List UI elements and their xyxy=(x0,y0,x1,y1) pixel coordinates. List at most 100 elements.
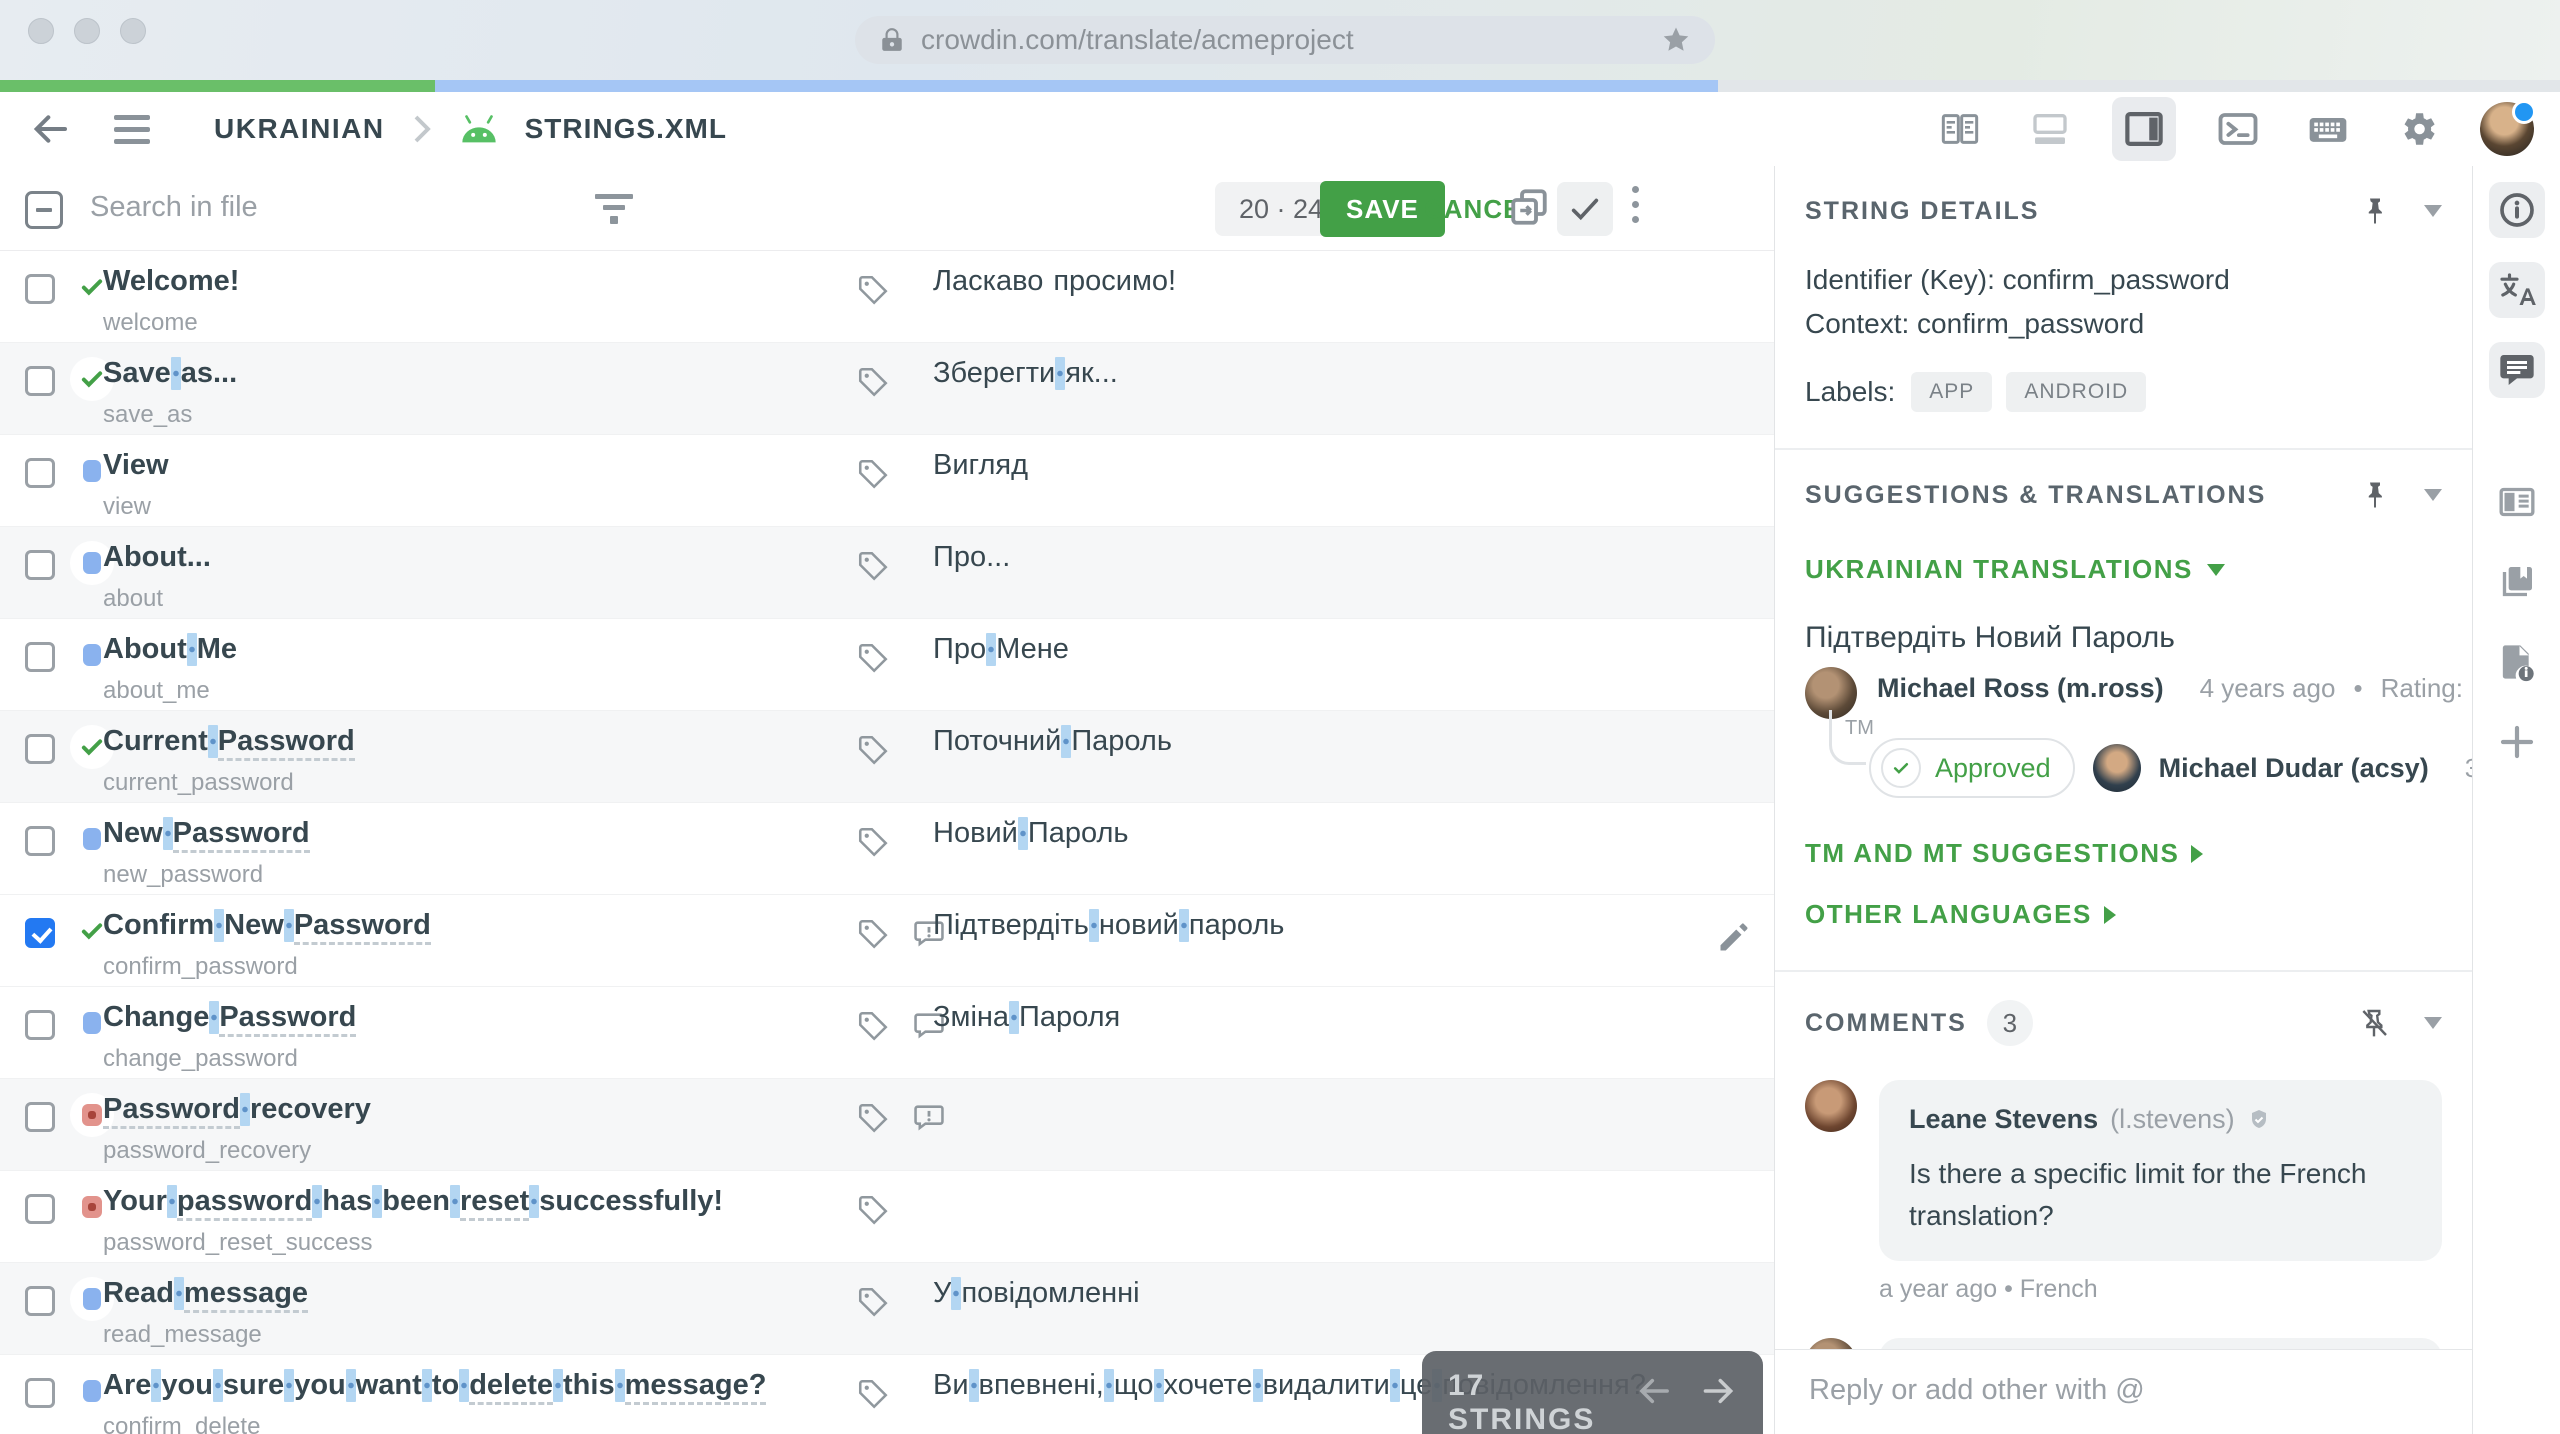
context-line: Context: confirm_password xyxy=(1805,308,2145,339)
string-row[interactable]: Password recovery password_recovery xyxy=(0,1079,1774,1171)
approval-row: Approved Michael Dudar (acsy) 3 hours ag… xyxy=(1805,710,2472,798)
window-controls[interactable] xyxy=(28,18,146,44)
sidebar-panel: STRING DETAILS Identifier (Key): confirm… xyxy=(1775,166,2473,1434)
approver-name[interactable]: Michael Dudar (acsy) xyxy=(2159,753,2429,784)
reply-input[interactable]: Reply or add other with @ xyxy=(1775,1349,2472,1434)
source-text: Confirm New Password xyxy=(103,909,431,945)
breadcrumb: UKRAINIAN STRINGS.XML xyxy=(214,112,727,146)
row-checkbox[interactable] xyxy=(25,1378,55,1408)
row-checkbox[interactable] xyxy=(25,1286,55,1316)
author-name[interactable]: Michael Ross (m.ross) xyxy=(1877,673,2164,704)
row-checkbox[interactable] xyxy=(25,458,55,488)
window-zoom-button[interactable] xyxy=(120,18,146,44)
row-icons xyxy=(856,549,890,583)
string-row[interactable]: Current Password current_password Поточн… xyxy=(0,711,1774,803)
string-row[interactable]: Confirm New Password confirm_password Пі… xyxy=(0,895,1774,987)
unpin-icon[interactable] xyxy=(2358,1006,2390,1040)
row-checkbox[interactable] xyxy=(25,642,55,672)
source-text: View xyxy=(103,449,169,481)
search-input[interactable]: Search in file xyxy=(90,191,258,224)
comment-author[interactable]: Leane Stevens xyxy=(1909,1104,2098,1135)
breadcrumb-file[interactable]: STRINGS.XML xyxy=(525,113,727,145)
comment-text: Is there a specific limit for the French… xyxy=(1909,1158,2367,1231)
ukrainian-translations-toggle[interactable]: UKRAINIAN TRANSLATIONS xyxy=(1805,554,2442,585)
chevron-down-icon[interactable] xyxy=(2424,205,2442,217)
comment-item: Leane Stevens (l.stevens) Is there a spe… xyxy=(1805,1080,2442,1261)
file-info-tab-icon[interactable] xyxy=(2489,634,2545,690)
translations-tab-icon[interactable] xyxy=(2488,262,2545,318)
reply-placeholder: Reply or add other with @ xyxy=(1809,1374,2145,1406)
copy-source-icon[interactable] xyxy=(1508,186,1550,228)
row-checkbox[interactable] xyxy=(25,1010,55,1040)
user-avatar[interactable] xyxy=(2480,100,2536,156)
more-icon[interactable] xyxy=(1632,186,1640,223)
comment-meta: a year ago • French xyxy=(1879,1275,2098,1303)
pin-icon[interactable] xyxy=(2360,478,2390,512)
source-text: Welcome! xyxy=(103,265,240,297)
string-row[interactable]: About... about Про... xyxy=(0,527,1774,619)
chevron-down-icon xyxy=(2206,563,2225,576)
window-close-button[interactable] xyxy=(28,18,54,44)
avatar[interactable] xyxy=(1805,1080,1857,1132)
next-string-icon[interactable] xyxy=(1701,1369,1737,1413)
strings-count-label: 17 STRINGS xyxy=(1448,1369,1596,1434)
select-all-checkbox[interactable] xyxy=(25,191,63,229)
keyboard-icon[interactable] xyxy=(2300,101,2356,157)
avatar[interactable] xyxy=(2092,744,2141,792)
window-minimize-button[interactable] xyxy=(74,18,100,44)
breadcrumb-language[interactable]: UKRAINIAN xyxy=(214,113,385,145)
context-tab-icon[interactable] xyxy=(2489,474,2545,530)
approve-icon[interactable] xyxy=(1557,182,1613,236)
back-arrow-icon[interactable] xyxy=(30,109,70,149)
row-icons xyxy=(856,1285,890,1319)
other-languages-link[interactable]: OTHER LANGUAGES xyxy=(1805,899,2442,930)
string-key: change_password xyxy=(103,1045,298,1072)
string-row[interactable]: Welcome! welcome Ласкаво просимо! xyxy=(0,251,1774,343)
previous-string-icon[interactable] xyxy=(1636,1369,1672,1413)
string-row[interactable]: Save as... save_as Зберегти як... xyxy=(0,343,1774,435)
string-row[interactable]: About Me about_me Про Мене xyxy=(0,619,1774,711)
row-checkbox[interactable] xyxy=(25,274,55,304)
source-text: Current Password xyxy=(103,725,355,761)
row-checkbox[interactable] xyxy=(25,826,55,856)
console-icon[interactable] xyxy=(2210,101,2266,157)
row-checkbox[interactable] xyxy=(25,1194,55,1224)
tm-mt-suggestions-link[interactable]: TM AND MT SUGGESTIONS xyxy=(1805,838,2442,869)
edit-icon[interactable] xyxy=(1716,919,1752,955)
approved-time: 3 hours ago xyxy=(2465,753,2472,784)
row-checkbox[interactable] xyxy=(25,918,55,948)
filter-icon[interactable] xyxy=(595,194,633,224)
row-icons xyxy=(856,825,890,859)
split-view-icon[interactable] xyxy=(1932,101,1988,157)
editor-header: UKRAINIAN STRINGS.XML xyxy=(0,92,2560,167)
string-row[interactable]: View view Вигляд xyxy=(0,435,1774,527)
row-checkbox[interactable] xyxy=(25,366,55,396)
suggestion-time: 4 years ago xyxy=(2199,673,2336,703)
string-key: about_me xyxy=(103,677,210,704)
address-bar[interactable]: crowdin.com/translate/acmeproject xyxy=(855,16,1715,64)
translation-text: Зберегти як... xyxy=(933,357,1118,390)
chevron-down-icon[interactable] xyxy=(2424,1017,2442,1029)
string-row[interactable]: Change Password change_password Зміна Па… xyxy=(0,987,1774,1079)
suggestion-translation[interactable]: Підтвердіть Новий Пароль xyxy=(1805,621,2442,655)
menu-icon[interactable] xyxy=(114,114,150,144)
source-text: About Me xyxy=(103,633,238,666)
info-tab-icon[interactable] xyxy=(2488,182,2545,238)
string-row[interactable]: Read message read_message У повідомленні xyxy=(0,1263,1774,1355)
bottom-panel-view-icon[interactable] xyxy=(2022,101,2078,157)
source-text: Read message xyxy=(103,1277,309,1313)
android-icon xyxy=(461,115,496,143)
pin-icon[interactable] xyxy=(2360,194,2390,228)
comments-tab-icon[interactable] xyxy=(2488,342,2545,398)
string-row[interactable]: New Password new_password Новий Пароль xyxy=(0,803,1774,895)
string-row[interactable]: Your password has been reset successfull… xyxy=(0,1171,1774,1263)
side-panel-view-icon[interactable] xyxy=(2112,97,2176,161)
chevron-down-icon[interactable] xyxy=(2424,489,2442,501)
glossary-tab-icon[interactable] xyxy=(2489,554,2545,610)
bookmark-star-icon[interactable] xyxy=(1661,25,1691,55)
row-checkbox[interactable] xyxy=(25,734,55,764)
row-checkbox[interactable] xyxy=(25,1102,55,1132)
settings-icon[interactable] xyxy=(2390,101,2446,157)
row-checkbox[interactable] xyxy=(25,550,55,580)
add-tab-icon[interactable] xyxy=(2489,714,2545,770)
